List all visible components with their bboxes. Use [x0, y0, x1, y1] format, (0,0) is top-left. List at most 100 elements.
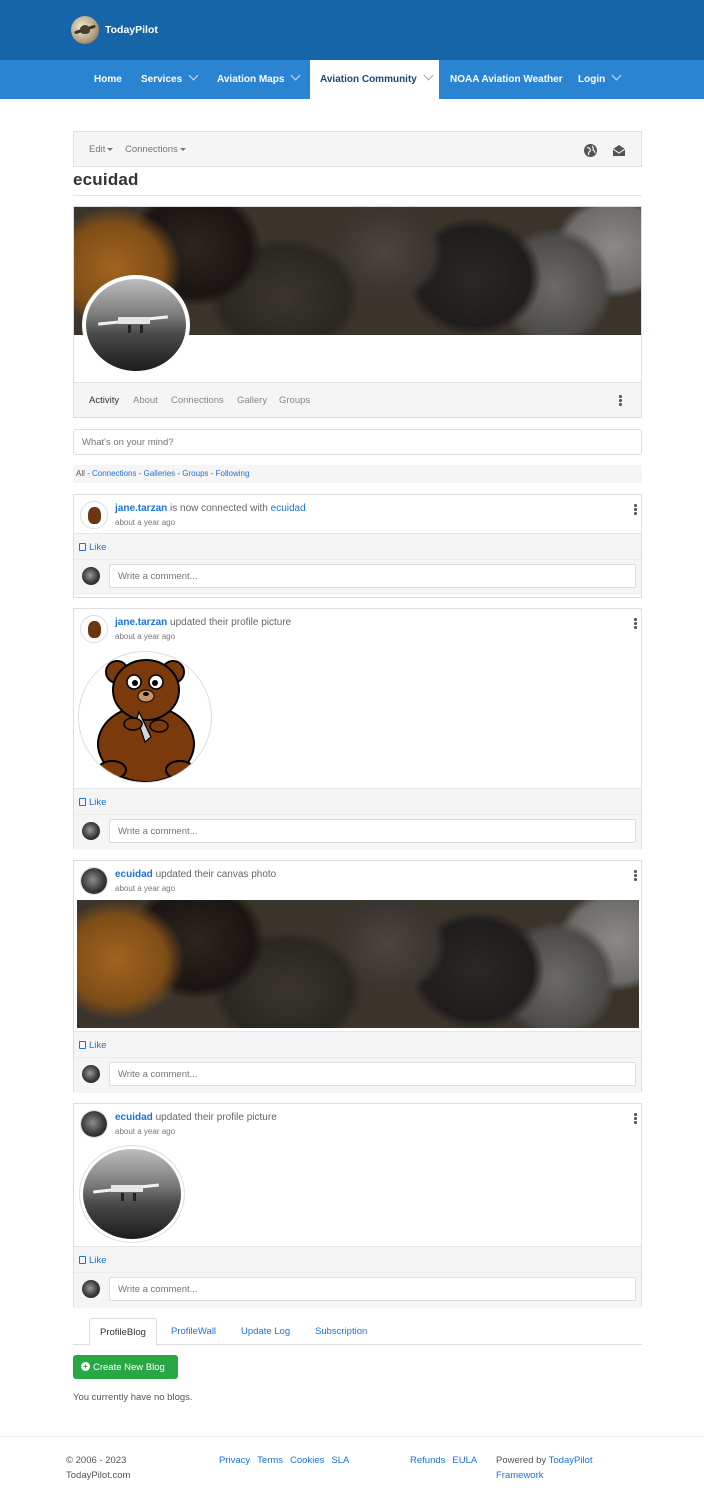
footer-links-commerce: Refunds EULA — [410, 1453, 484, 1468]
like-button[interactable]: Like — [79, 797, 106, 808]
actor-link[interactable]: jane.tarzan — [115, 503, 167, 514]
more-options-icon[interactable] — [634, 870, 637, 882]
activity-filter-bar: All - Connections - Galleries - Groups -… — [73, 465, 642, 483]
logo-text: TodayPilot — [105, 24, 158, 36]
filter-all[interactable]: All — [76, 469, 85, 478]
feed-item-title: ecuidad updated their profile picture — [115, 1112, 277, 1123]
nav-services[interactable]: Services — [141, 60, 199, 99]
comment-input[interactable] — [109, 1062, 636, 1086]
thumbs-up-icon — [79, 543, 86, 551]
filter-galleries[interactable]: Galleries — [144, 469, 176, 478]
avatar — [82, 1280, 100, 1298]
site-logo[interactable]: TodayPilot — [71, 16, 158, 44]
comment-row — [74, 1057, 641, 1093]
footer-link-todaypilot[interactable]: TodayPilot — [549, 1455, 593, 1466]
comment-input[interactable] — [109, 1277, 636, 1301]
tab-about[interactable]: About — [133, 395, 158, 406]
thumbs-up-icon — [79, 1256, 86, 1264]
profile-picture-image[interactable] — [78, 651, 212, 783]
profile-avatar[interactable] — [82, 275, 190, 375]
footer-link-privacy[interactable]: Privacy — [219, 1455, 250, 1466]
tab-profileblog[interactable]: ProfileBlog — [89, 1318, 157, 1346]
more-options-icon[interactable] — [634, 1113, 637, 1125]
filter-connections[interactable]: Connections — [92, 469, 136, 478]
thumbs-up-icon — [79, 1041, 86, 1049]
main-nav: Home Services Aviation Maps Aviation Com… — [0, 60, 704, 99]
plus-circle-icon: + — [81, 1361, 90, 1371]
blog-tabs: ProfileBlog ProfileWall Update Log Subsc… — [73, 1318, 642, 1346]
avatar[interactable] — [80, 501, 108, 529]
logo-plane-icon — [71, 16, 99, 44]
comment-row — [74, 559, 641, 595]
feed-item-title: jane.tarzan is now connected with ecuida… — [115, 503, 306, 514]
filter-following[interactable]: Following — [216, 469, 250, 478]
canvas-photo-image[interactable] — [77, 900, 639, 1028]
tab-subscription[interactable]: Subscription — [305, 1318, 377, 1345]
nav-noaa-weather[interactable]: NOAA Aviation Weather — [450, 60, 563, 99]
nav-aviation-community[interactable]: Aviation Community — [310, 60, 439, 99]
tab-profilewall[interactable]: ProfileWall — [161, 1318, 226, 1345]
filter-groups[interactable]: Groups — [182, 469, 208, 478]
feed-actions: Like — [74, 788, 641, 814]
avatar[interactable] — [80, 1110, 108, 1138]
tab-update-log[interactable]: Update Log — [231, 1318, 300, 1345]
comment-input[interactable] — [109, 564, 636, 588]
chevron-down-icon — [423, 70, 434, 81]
comment-row — [74, 814, 641, 850]
footer-link-sla[interactable]: SLA — [331, 1455, 349, 1466]
timestamp: about a year ago — [115, 632, 176, 641]
chevron-down-icon — [188, 70, 199, 81]
nav-login[interactable]: Login — [578, 60, 622, 99]
actor-link[interactable]: ecuidad — [115, 1112, 153, 1123]
create-new-blog-button[interactable]: + Create New Blog — [73, 1355, 178, 1379]
feed-item: jane.tarzan updated their profile pictur… — [73, 608, 642, 850]
nav-aviation-maps[interactable]: Aviation Maps — [217, 60, 301, 99]
like-button[interactable]: Like — [79, 1040, 106, 1051]
footer-link-refunds[interactable]: Refunds — [410, 1455, 445, 1466]
more-options-icon[interactable] — [634, 504, 637, 516]
timestamp: about a year ago — [115, 518, 176, 527]
avatar — [82, 822, 100, 840]
more-options-icon[interactable] — [619, 395, 622, 407]
feed-item: ecuidad updated their profile picture ab… — [73, 1103, 642, 1308]
footer-powered-by: Powered by TodayPilot Framework — [496, 1455, 593, 1481]
avatar — [82, 567, 100, 585]
chevron-down-icon — [611, 70, 622, 81]
feed-actions: Like — [74, 1246, 641, 1272]
globe-icon[interactable] — [584, 144, 597, 157]
tab-groups[interactable]: Groups — [279, 395, 310, 406]
empty-blogs-text: You currently have no blogs. — [73, 1392, 193, 1403]
profile-picture-image[interactable] — [79, 1145, 185, 1243]
footer-copyright: © 2006 - 2023 TodayPilot.com — [66, 1455, 131, 1481]
like-button[interactable]: Like — [79, 1255, 106, 1266]
avatar[interactable] — [80, 867, 108, 895]
avatar — [82, 1065, 100, 1083]
tab-connections[interactable]: Connections — [171, 395, 224, 406]
target-link[interactable]: ecuidad — [271, 503, 306, 514]
nav-home[interactable]: Home — [94, 60, 122, 99]
caret-down-icon — [107, 148, 114, 151]
timestamp: about a year ago — [115, 884, 176, 893]
tab-gallery[interactable]: Gallery — [237, 395, 267, 406]
footer-link-eula[interactable]: EULA — [452, 1455, 477, 1466]
caret-down-icon — [179, 148, 186, 151]
feed-actions: Like — [74, 1031, 641, 1057]
more-options-icon[interactable] — [634, 618, 637, 630]
envelope-open-icon[interactable] — [612, 144, 626, 157]
comment-input[interactable] — [109, 819, 636, 843]
edit-dropdown[interactable]: Edit — [89, 144, 114, 155]
like-button[interactable]: Like — [79, 542, 106, 553]
actor-link[interactable]: jane.tarzan — [115, 617, 167, 628]
footer-divider — [0, 1436, 704, 1437]
footer-links-legal: Privacy Terms Cookies SLA — [219, 1453, 356, 1468]
feed-actions: Like — [74, 533, 641, 559]
footer-link-framework[interactable]: Framework — [496, 1470, 544, 1481]
actor-link[interactable]: ecuidad — [115, 869, 153, 880]
tab-activity[interactable]: Activity — [89, 395, 119, 406]
footer-link-terms[interactable]: Terms — [257, 1455, 283, 1466]
status-input[interactable] — [73, 429, 642, 455]
connections-dropdown[interactable]: Connections — [125, 144, 186, 155]
profile-toolbar: Edit Connections — [73, 131, 642, 167]
avatar[interactable] — [80, 615, 108, 643]
footer-link-cookies[interactable]: Cookies — [290, 1455, 324, 1466]
